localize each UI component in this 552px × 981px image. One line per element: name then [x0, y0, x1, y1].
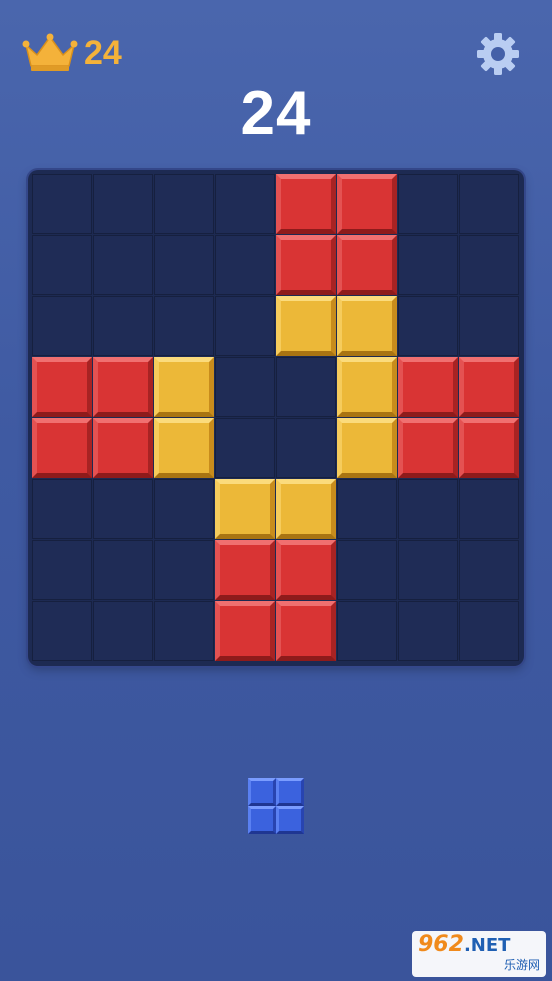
board-cell-red-block	[276, 540, 336, 600]
board-cell-empty[interactable]	[276, 357, 336, 417]
board-cell-empty[interactable]	[154, 174, 214, 234]
piece-block	[248, 778, 276, 806]
board-cell-red-block	[459, 418, 519, 478]
board-cell-empty[interactable]	[32, 235, 92, 295]
board-cell-empty[interactable]	[93, 235, 153, 295]
board-cell-empty[interactable]	[154, 479, 214, 539]
board-cell-empty[interactable]	[337, 540, 397, 600]
board-cell-empty[interactable]	[459, 235, 519, 295]
board-cell-empty[interactable]	[398, 479, 458, 539]
board-cell-yellow-block	[276, 479, 336, 539]
board-cell-empty[interactable]	[93, 174, 153, 234]
board-cell-red-block	[32, 357, 92, 417]
board-cell-empty[interactable]	[32, 479, 92, 539]
board-cell-yellow-block	[337, 418, 397, 478]
board-cell-red-block	[32, 418, 92, 478]
board-cell-empty[interactable]	[215, 174, 275, 234]
piece-block	[276, 806, 304, 834]
board-cell-red-block	[276, 174, 336, 234]
board-cell-empty[interactable]	[398, 540, 458, 600]
watermark-logo: 962.NET 乐游网	[412, 931, 546, 977]
board-cell-empty[interactable]	[459, 601, 519, 661]
best-score-value: 24	[84, 33, 122, 72]
board-cell-empty[interactable]	[337, 601, 397, 661]
watermark-net: .NET	[463, 935, 511, 956]
best-score: 24	[22, 30, 122, 76]
board-cell-empty[interactable]	[215, 357, 275, 417]
piece-block	[248, 806, 276, 834]
board-cell-red-block	[337, 235, 397, 295]
board-cell-red-block	[93, 357, 153, 417]
board-cell-empty[interactable]	[93, 296, 153, 356]
board-cell-yellow-block	[215, 479, 275, 539]
board-cell-red-block	[215, 601, 275, 661]
board-cell-empty[interactable]	[93, 479, 153, 539]
board-cell-empty[interactable]	[459, 479, 519, 539]
board-cell-yellow-block	[154, 418, 214, 478]
gear-icon	[477, 33, 519, 75]
board-cell-empty[interactable]	[32, 601, 92, 661]
board-cell-red-block	[398, 357, 458, 417]
board-cell-empty[interactable]	[459, 540, 519, 600]
watermark-main: 962	[418, 932, 464, 957]
board-cell-red-block	[276, 235, 336, 295]
board-cell-empty[interactable]	[154, 540, 214, 600]
board-cell-empty[interactable]	[215, 296, 275, 356]
board-cell-empty[interactable]	[459, 296, 519, 356]
game-board[interactable]	[28, 170, 524, 666]
piece-block	[276, 778, 304, 806]
board-cell-yellow-block	[337, 357, 397, 417]
board-cell-empty[interactable]	[154, 601, 214, 661]
board-cell-empty[interactable]	[32, 540, 92, 600]
board-cell-yellow-block	[154, 357, 214, 417]
board-cell-empty[interactable]	[93, 601, 153, 661]
board-cell-empty[interactable]	[276, 418, 336, 478]
board-cell-empty[interactable]	[93, 540, 153, 600]
board-cell-red-block	[93, 418, 153, 478]
board-cell-empty[interactable]	[337, 479, 397, 539]
crown-icon	[22, 33, 78, 71]
watermark-sub: 乐游网	[503, 958, 540, 972]
board-cell-empty[interactable]	[398, 235, 458, 295]
board-cell-red-block	[398, 418, 458, 478]
board-cell-empty[interactable]	[32, 296, 92, 356]
board-cell-yellow-block	[276, 296, 336, 356]
board-cell-empty[interactable]	[154, 296, 214, 356]
board-cell-empty[interactable]	[398, 601, 458, 661]
board-cell-empty[interactable]	[32, 174, 92, 234]
board-cell-empty[interactable]	[215, 235, 275, 295]
board-cell-empty[interactable]	[398, 296, 458, 356]
board-cell-empty[interactable]	[398, 174, 458, 234]
board-cell-empty[interactable]	[215, 418, 275, 478]
board-cell-empty[interactable]	[459, 174, 519, 234]
board-cell-empty[interactable]	[154, 235, 214, 295]
piece-tray	[0, 730, 552, 880]
board-cell-red-block	[459, 357, 519, 417]
board-cell-red-block	[337, 174, 397, 234]
board-cell-yellow-block	[337, 296, 397, 356]
board-cell-red-block	[276, 601, 336, 661]
settings-button[interactable]	[474, 30, 522, 78]
board-cell-red-block	[215, 540, 275, 600]
blue-square-piece[interactable]	[248, 778, 304, 834]
top-bar: 24	[0, 0, 552, 90]
current-score: 24	[240, 79, 312, 148]
